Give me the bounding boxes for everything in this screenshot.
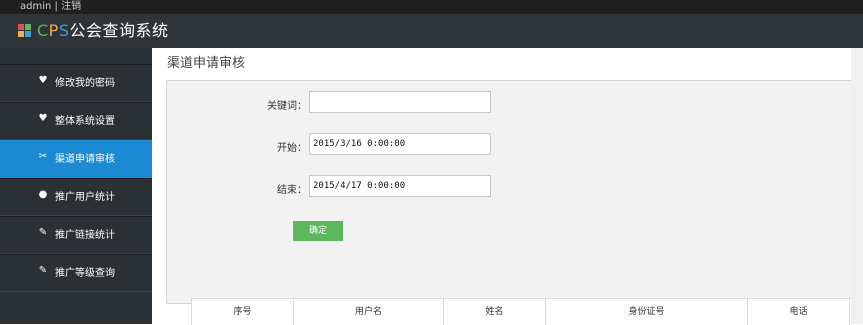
logo-icon — [18, 24, 32, 38]
column-header-index: 序号 — [191, 299, 293, 325]
sidebar: ♥ 修改我的密码 ♥ 整体系统设置 ✂ 渠道申请审核 ● 推广用户统计 ✎ 推广… — [0, 48, 152, 324]
logout-link[interactable]: 注销 — [61, 1, 81, 12]
column-header-phone: 电话 — [747, 299, 849, 325]
app-header: CPS公会查询系统 — [0, 14, 863, 48]
heart-icon: ♥ — [38, 75, 48, 86]
search-form: 关键词： 开始： 2015/3/16 0:00:00 结束： 2015/4/17… — [166, 80, 860, 304]
keyword-input[interactable] — [309, 91, 491, 113]
separator: | — [54, 1, 58, 12]
username: admin — [20, 1, 52, 12]
sidebar-item-label: 整体系统设置 — [55, 116, 115, 127]
sidebar-item-level-query[interactable]: ✎ 推广等级查询 — [0, 254, 152, 292]
start-label: 开始： — [277, 143, 307, 154]
main-content: 渠道申请审核 关键词： 开始： 2015/3/16 0:00:00 结束： 20… — [152, 48, 863, 325]
column-header-username: 用户名 — [293, 299, 443, 325]
sidebar-item-label: 修改我的密码 — [55, 78, 115, 89]
app-title-c: C — [37, 21, 49, 40]
sidebar-item-label: 渠道申请审核 — [55, 154, 115, 165]
sidebar-item-label: 推广链接统计 — [55, 230, 115, 241]
sidebar-item-channel-review[interactable]: ✂ 渠道申请审核 — [0, 140, 152, 178]
drop-icon: ● — [38, 189, 48, 200]
results-table: 序号 用户名 姓名 身份证号 电话 — [191, 298, 863, 325]
confirm-button[interactable]: 确定 — [293, 221, 343, 241]
sidebar-item-change-password[interactable]: ♥ 修改我的密码 — [0, 64, 152, 102]
sidebar-item-label: 推广用户统计 — [55, 192, 115, 203]
pencil-icon: ✎ — [38, 265, 48, 276]
pencil-icon: ✎ — [38, 227, 48, 238]
app-title: CPS公会查询系统 — [37, 20, 169, 42]
end-label: 结束： — [277, 185, 307, 196]
sidebar-item-user-stats[interactable]: ● 推广用户统计 — [0, 178, 152, 216]
top-bar: admin | 注销 — [0, 0, 863, 14]
column-header-name: 姓名 — [443, 299, 545, 325]
page-title: 渠道申请审核 — [167, 56, 246, 71]
table-header: 序号 用户名 姓名 身份证号 电话 — [191, 298, 863, 325]
keyword-label: 关键词： — [267, 101, 307, 112]
app-title-s: S — [58, 21, 70, 40]
sidebar-item-system-settings[interactable]: ♥ 整体系统设置 — [0, 102, 152, 140]
sidebar-item-label: 推广等级查询 — [55, 268, 115, 279]
app-title-rest: 公会查询系统 — [69, 21, 169, 40]
sidebar-item-link-stats[interactable]: ✎ 推广链接统计 — [0, 216, 152, 254]
app-title-p: P — [48, 21, 59, 40]
start-date-input[interactable]: 2015/3/16 0:00:00 — [309, 133, 491, 155]
heart-icon: ♥ — [38, 113, 48, 124]
scrollbar[interactable] — [851, 48, 863, 324]
tools-icon: ✂ — [38, 151, 48, 162]
end-date-input[interactable]: 2015/4/17 0:00:00 — [309, 175, 491, 197]
column-header-id-number: 身份证号 — [545, 299, 747, 325]
